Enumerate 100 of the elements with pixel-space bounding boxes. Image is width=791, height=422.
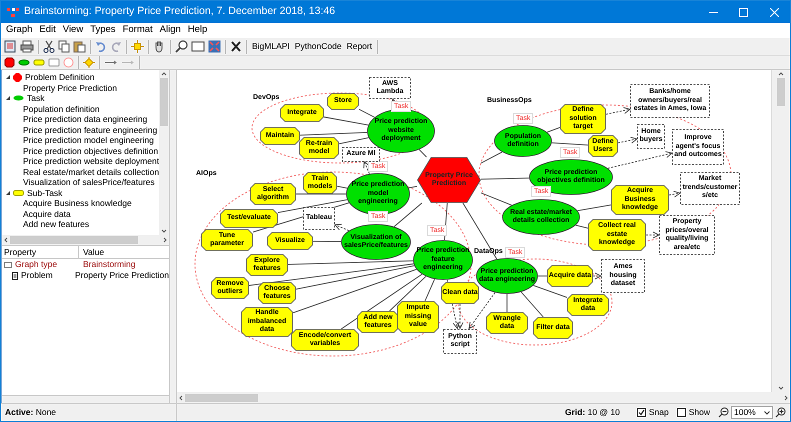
connector-line	[418, 149, 427, 158]
tree-item[interactable]: Property Price Prediction	[23, 82, 118, 93]
octagon-icon	[13, 72, 22, 82]
tree-item[interactable]: Task	[27, 93, 44, 104]
node-cross-icon[interactable]	[131, 40, 144, 53]
rounded-rectangle-icon[interactable]	[33, 57, 45, 68]
tree-item[interactable]: Visualization of salesPrice/features	[23, 177, 155, 188]
window-title: Brainstorming: Property Price Prediction, 7. December 2018, 13:46	[24, 4, 336, 20]
chevron-right-icon[interactable]	[782, 394, 790, 400]
rounded-rectangle-icon	[13, 190, 24, 196]
grid-status: Grid: 10 @ 10	[564, 406, 621, 419]
connector-line	[577, 204, 612, 212]
copy-icon[interactable]	[58, 40, 70, 53]
chevron-down-icon[interactable]	[764, 410, 770, 414]
toolbar-button[interactable]: Report	[346, 40, 374, 53]
menu-item[interactable]: Types	[90, 23, 116, 38]
expanded-arrow-icon[interactable]	[5, 95, 11, 102]
tree-item[interactable]: Price prediction data engineering	[23, 114, 148, 124]
ellipse-icon	[13, 95, 24, 102]
status-text: Active: None	[5, 406, 56, 419]
property-name: Problem	[21, 269, 53, 282]
dashed-arrow	[646, 232, 660, 238]
dashed-arrow	[606, 107, 630, 115]
toolbar-button[interactable]: PythonCode	[294, 40, 343, 53]
dashed-arrow	[334, 224, 350, 231]
horizontal-scrollbar[interactable]	[177, 392, 790, 403]
tree-item[interactable]: Real estate/market details collection	[23, 166, 159, 177]
connector-line	[480, 178, 530, 180]
dashed-arrow	[668, 190, 680, 198]
tree-item[interactable]: Price prediction website deployment	[23, 156, 159, 166]
column-header[interactable]: Value	[79, 246, 169, 258]
column-header[interactable]: Property	[2, 246, 79, 258]
octagon-icon[interactable]	[4, 57, 15, 68]
connector-line	[312, 240, 342, 242]
expanded-arrow-icon[interactable]	[5, 190, 11, 196]
dashed-arrow	[592, 272, 602, 280]
connector-line	[444, 202, 448, 240]
expanded-arrow-icon[interactable]	[5, 74, 11, 80]
search-icon[interactable]	[175, 40, 188, 53]
document-icon	[12, 272, 18, 280]
zoom-dropdown[interactable]: 100%	[731, 406, 773, 419]
fit-view-icon[interactable]	[208, 40, 221, 53]
dashed-arrow	[618, 136, 638, 144]
tree-item[interactable]: Price prediction feature engineering	[23, 124, 158, 135]
rectangle-icon[interactable]	[191, 40, 205, 53]
clipboard-icon[interactable]	[73, 40, 86, 53]
zoom-in-icon[interactable]	[775, 407, 786, 418]
checkbox-label[interactable]: Show	[688, 406, 710, 419]
scrollbar-thumb[interactable]	[160, 78, 168, 126]
menu-item[interactable]: View	[62, 23, 84, 38]
vertical-scrollbar[interactable]	[159, 70, 169, 235]
connector-line	[551, 142, 588, 146]
menu-item[interactable]: Help	[188, 23, 208, 38]
app-icon	[7, 8, 19, 16]
connector-line	[575, 224, 588, 229]
horizontal-scrollbar[interactable]	[2, 235, 169, 245]
ellipse-icon[interactable]	[18, 57, 30, 68]
tree-item[interactable]: Acquire data	[23, 208, 71, 219]
chevron-down-icon[interactable]	[778, 384, 784, 392]
checkbox[interactable]	[636, 408, 646, 417]
menu-item[interactable]: Align	[160, 23, 181, 38]
menu-item[interactable]: Edit	[39, 23, 56, 38]
chevron-down-icon[interactable]	[161, 227, 167, 235]
tree-item[interactable]: Price prediction model engineering	[23, 135, 154, 146]
zoom-out-icon[interactable]	[718, 407, 729, 418]
tree-item[interactable]: Acquire Business knowledge	[23, 198, 132, 208]
connector-line	[408, 186, 418, 188]
chevron-right-icon[interactable]	[161, 237, 169, 243]
document-icon[interactable]	[4, 40, 17, 53]
checkbox[interactable]	[676, 408, 686, 417]
toolbar-button[interactable]: BigMLAPI	[251, 40, 291, 53]
chevron-left-icon[interactable]	[2, 237, 10, 243]
connector-line	[480, 152, 502, 164]
tree-item[interactable]: Population definition	[23, 104, 100, 114]
connector-line	[336, 186, 348, 189]
menu-item[interactable]: Graph	[6, 23, 32, 38]
collapse-box-icon[interactable]	[4, 262, 12, 268]
chevron-up-icon[interactable]	[778, 70, 784, 78]
connector-line	[394, 202, 422, 228]
tree-item[interactable]: Add new features	[23, 219, 90, 230]
property-value: Brainstorming	[82, 258, 136, 271]
maximize-icon[interactable]	[738, 8, 748, 16]
chevron-up-icon[interactable]	[161, 70, 167, 78]
undo-icon[interactable]	[95, 40, 107, 53]
chevron-left-icon[interactable]	[177, 394, 185, 400]
scrollbar-thumb[interactable]	[185, 394, 258, 402]
checkbox-label[interactable]: Snap	[648, 406, 669, 419]
dashed-arrow	[363, 161, 370, 174]
printer-icon[interactable]	[20, 40, 34, 53]
connector-line	[546, 126, 560, 133]
dashed-arrow	[607, 151, 672, 169]
menu-item[interactable]: Format	[122, 23, 153, 38]
tree-item[interactable]: Sub-Task	[27, 188, 62, 198]
tree-item[interactable]: Problem Definition	[25, 72, 94, 82]
tree-item[interactable]: Price prediction objectives definition	[23, 146, 158, 156]
scrollbar-thumb[interactable]	[10, 236, 138, 244]
connector-line	[506, 294, 508, 312]
close-icon[interactable]	[230, 40, 242, 53]
scrollbar-thumb[interactable]	[777, 78, 785, 106]
scissors-icon[interactable]	[43, 40, 55, 53]
